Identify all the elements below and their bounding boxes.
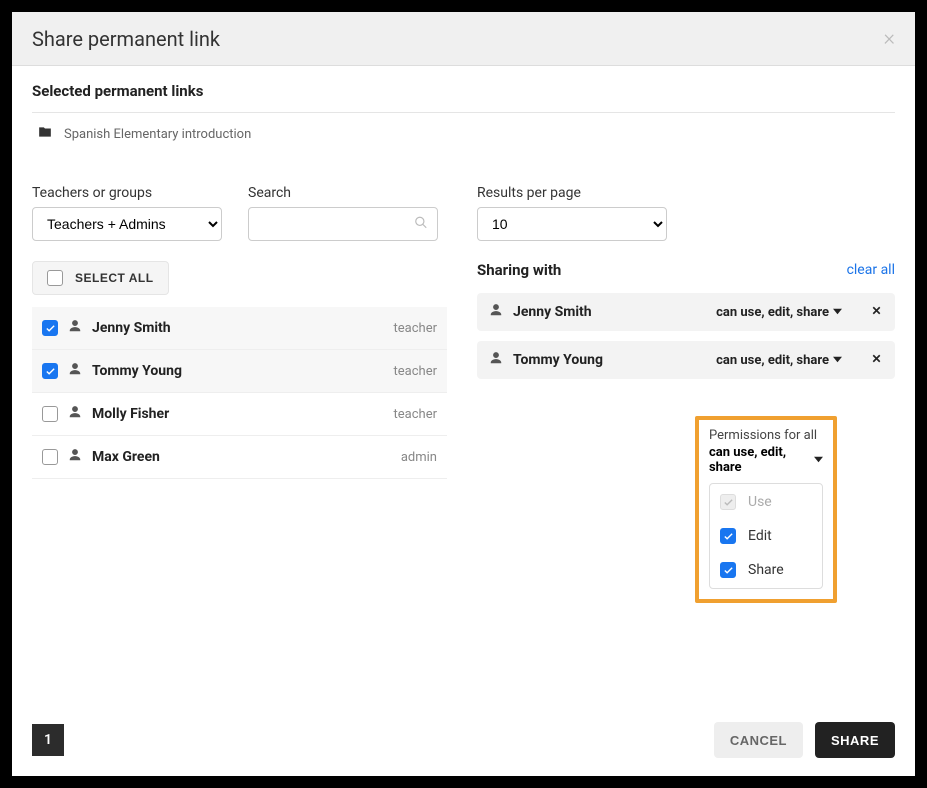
left-column: Teachers or groups Teachers + Admins Sea… (32, 185, 447, 479)
person-checkbox[interactable] (42, 449, 58, 465)
permission-option-label: Share (748, 562, 784, 578)
caret-down-icon (814, 453, 823, 468)
remove-icon[interactable] (870, 352, 883, 369)
sharing-row: Tommy Young can use, edit, share (477, 341, 895, 379)
remove-icon[interactable] (870, 304, 883, 321)
select-all-button[interactable]: SELECT ALL (32, 261, 169, 295)
permission-option-label: Edit (748, 528, 772, 544)
person-checkbox[interactable] (42, 320, 58, 336)
permission-option-share[interactable]: Share (720, 562, 812, 578)
permission-option-edit[interactable]: Edit (720, 528, 812, 544)
person-checkbox[interactable] (42, 363, 58, 379)
list-item[interactable]: Jenny Smith teacher (32, 307, 447, 350)
person-icon (68, 319, 82, 337)
permission-label: can use, edit, share (716, 305, 829, 320)
sharing-row: Jenny Smith can use, edit, share (477, 293, 895, 331)
people-list: Jenny Smith teacher Tommy Young teacher … (32, 307, 447, 479)
share-checkbox[interactable] (720, 562, 736, 578)
modal-header: Share permanent link × (12, 12, 915, 66)
permission-option-use: Use (720, 494, 812, 510)
select-all-checkbox[interactable] (47, 270, 63, 286)
results-per-page-select[interactable]: 10 (477, 207, 667, 241)
person-name: Molly Fisher (92, 406, 169, 422)
person-role: teacher (394, 364, 437, 379)
permissions-summary-dropdown[interactable]: can use, edit, share (709, 445, 823, 475)
select-all-label: SELECT ALL (75, 271, 154, 285)
use-checkbox (720, 494, 736, 510)
permissions-caption: Permissions for all (709, 428, 823, 443)
permissions-options: Use Edit Share (709, 483, 823, 589)
teachers-groups-label: Teachers or groups (32, 185, 222, 201)
sharing-with-heading: Sharing with (477, 261, 561, 279)
share-permanent-link-modal: Share permanent link × Selected permanen… (0, 0, 927, 788)
caret-down-icon (833, 305, 842, 320)
cancel-button[interactable]: CANCEL (714, 722, 803, 758)
sharing-name: Jenny Smith (513, 304, 592, 320)
selected-link-name: Spanish Elementary introduction (64, 127, 251, 142)
caret-down-icon (833, 353, 842, 368)
person-name: Jenny Smith (92, 320, 171, 336)
list-item[interactable]: Tommy Young teacher (32, 350, 447, 393)
share-button[interactable]: SHARE (815, 722, 895, 758)
modal-title: Share permanent link (32, 27, 220, 51)
person-icon (68, 362, 82, 380)
selected-links-heading: Selected permanent links (32, 82, 895, 100)
list-item[interactable]: Molly Fisher teacher (32, 393, 447, 436)
person-icon (489, 303, 503, 321)
permissions-summary-label: can use, edit, share (709, 445, 810, 475)
selected-link-row: Spanish Elementary introduction (32, 112, 895, 155)
edit-checkbox[interactable] (720, 528, 736, 544)
person-checkbox[interactable] (42, 406, 58, 422)
person-role: teacher (394, 407, 437, 422)
person-name: Max Green (92, 449, 160, 465)
teachers-groups-select[interactable]: Teachers + Admins (32, 207, 222, 241)
permission-label: can use, edit, share (716, 353, 829, 368)
search-input[interactable] (248, 207, 438, 241)
person-icon (489, 351, 503, 369)
modal-footer: 1 CANCEL SHARE (32, 722, 895, 758)
person-name: Tommy Young (92, 363, 182, 379)
person-icon (68, 448, 82, 466)
search-icon (414, 215, 428, 234)
permissions-for-all-panel: Permissions for all can use, edit, share… (695, 416, 837, 603)
clear-all-link[interactable]: clear all (847, 262, 895, 278)
person-icon (68, 405, 82, 423)
permission-option-label: Use (748, 494, 772, 510)
permission-dropdown[interactable]: can use, edit, share (716, 353, 842, 368)
folder-icon (36, 125, 54, 143)
results-per-page-label: Results per page (477, 185, 895, 201)
list-item[interactable]: Max Green admin (32, 436, 447, 479)
person-role: teacher (394, 321, 437, 336)
close-icon[interactable]: × (883, 26, 895, 51)
pagination-current[interactable]: 1 (32, 724, 64, 756)
person-role: admin (401, 450, 437, 465)
permission-dropdown[interactable]: can use, edit, share (716, 305, 842, 320)
search-label: Search (248, 185, 438, 201)
sharing-name: Tommy Young (513, 352, 603, 368)
